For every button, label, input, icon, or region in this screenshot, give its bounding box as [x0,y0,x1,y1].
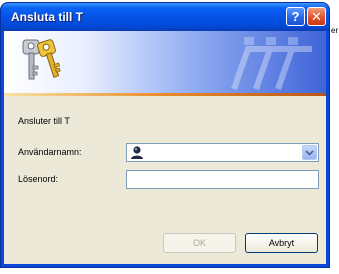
keys-icon [22,39,61,80]
user-icon [131,146,143,159]
cancel-button-label: Avbryt [268,238,295,248]
password-label: Lösenord: [18,174,59,184]
dialog-client-area: Ansluter till T Användarnamn: Lösenord: … [4,31,326,264]
help-button[interactable]: ? [286,7,305,26]
help-icon: ? [291,9,300,24]
background-text-fragment: er [331,26,339,35]
dialog-banner [4,31,326,93]
ok-button[interactable]: OK [163,233,236,253]
watermark-graphic [231,37,312,90]
username-label: Användarnamn: [18,147,82,157]
title-bar[interactable]: Ansluta till T ? ✕ [1,3,329,31]
connecting-heading: Ansluter till T [18,116,70,126]
chevron-down-icon [305,149,314,156]
dropdown-button[interactable] [302,145,317,160]
username-combobox[interactable] [126,143,319,162]
close-icon: ✕ [311,9,322,24]
close-button[interactable]: ✕ [307,7,326,26]
banner-accent-bar [4,93,326,96]
window-title: Ansluta till T [11,10,83,24]
password-field[interactable] [126,170,319,189]
cancel-button[interactable]: Avbryt [245,233,318,253]
ok-button-label: OK [192,238,206,248]
connect-dialog: Ansluta till T ? ✕ Ansluter till T Använ… [1,3,329,267]
